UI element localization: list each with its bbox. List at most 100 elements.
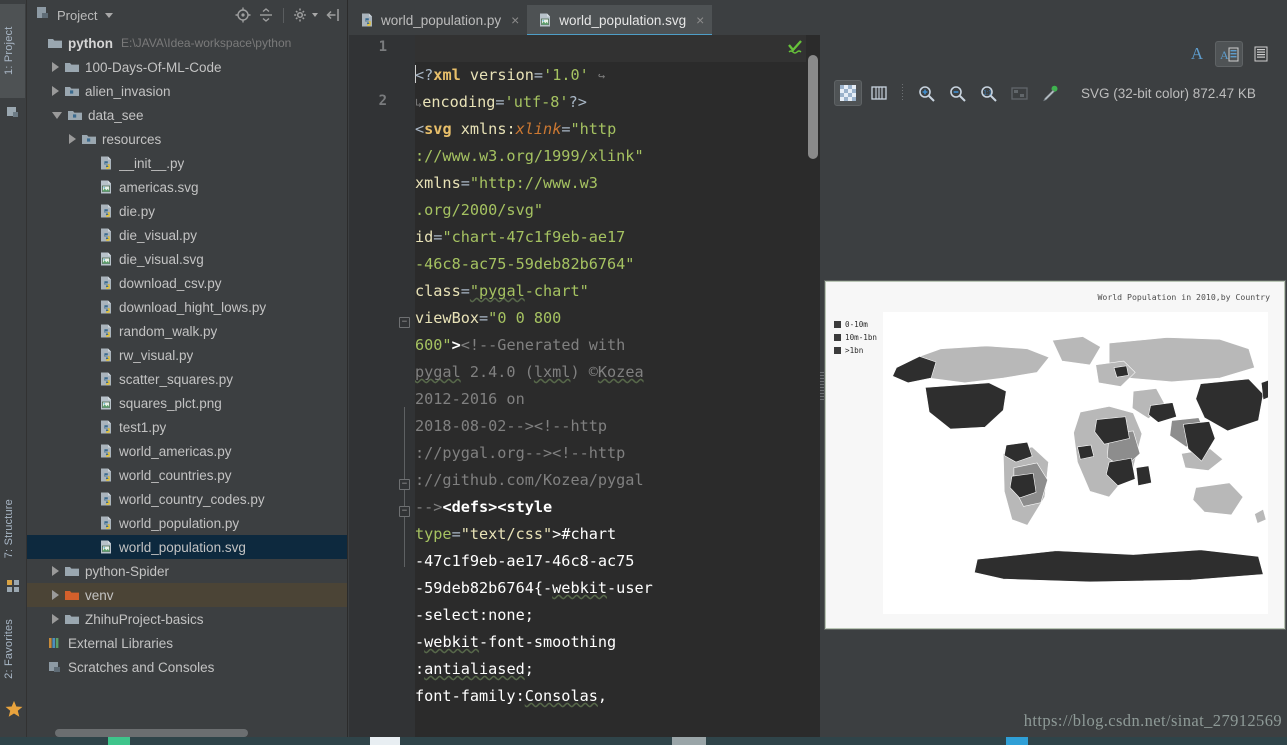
tree-row[interactable]: world_population.py — [27, 511, 347, 535]
tree-row[interactable]: die_visual.svg — [27, 247, 347, 271]
editor-vertical-scrollbar[interactable] — [806, 35, 820, 737]
tool-tab-project[interactable]: 1: Project — [0, 4, 25, 98]
taskbar-app-icon[interactable] — [370, 737, 400, 745]
tree-row[interactable]: data_see — [27, 103, 347, 127]
folder-root-icon — [47, 35, 63, 51]
tree-row[interactable]: 100-Days-Of-ML-Code — [27, 55, 347, 79]
tree-row[interactable]: world_country_codes.py — [27, 487, 347, 511]
zoom-in-icon[interactable] — [912, 80, 940, 106]
tree-row[interactable]: python-Spider — [27, 559, 347, 583]
chevron-right-icon[interactable] — [69, 134, 76, 144]
chevron-right-icon[interactable] — [52, 62, 59, 72]
tool-tab-structure[interactable]: 7: Structure — [0, 495, 20, 562]
image-only-icon[interactable] — [1247, 41, 1275, 67]
view-mode-toolbar[interactable]: A A — [1183, 35, 1275, 73]
transparency-grid-icon[interactable] — [834, 80, 862, 106]
editor-gutter[interactable]: 1 2 − − − — [349, 35, 415, 737]
tree-row-label: world_population.py — [119, 515, 240, 531]
tree-row[interactable]: resources — [27, 127, 347, 151]
editor-tab-world-population-py[interactable]: world_population.py × — [349, 5, 527, 35]
tree-row[interactable]: Scratches and Consoles — [27, 655, 347, 679]
python-file-icon — [98, 155, 114, 171]
tree-row[interactable]: __init__.py — [27, 151, 347, 175]
image-canvas[interactable]: World Population in 2010,by Country 0-10… — [824, 113, 1287, 737]
tree-row[interactable]: squares_plct.png — [27, 391, 347, 415]
tree-row-label: world_country_codes.py — [119, 491, 265, 507]
editor-tab-bar[interactable]: world_population.py × world_population.svg… — [349, 0, 1287, 36]
code-content[interactable]: <?xml version='1.0' ↪ ↳encoding='utf-8'?>… — [415, 35, 806, 737]
tree-row[interactable]: world_americas.py — [27, 439, 347, 463]
project-panel-header: Project — [27, 0, 347, 30]
tool-tab-favorites[interactable]: 2: Favorites — [0, 615, 20, 683]
background-grid-icon[interactable] — [865, 80, 893, 106]
toolbar-divider — [902, 84, 903, 102]
taskbar-app-icon[interactable] — [1006, 737, 1028, 745]
tree-row[interactable]: world_countries.py — [27, 463, 347, 487]
fit-to-window-icon[interactable] — [1005, 80, 1033, 106]
tree-row[interactable]: americas.svg — [27, 175, 347, 199]
tree-row[interactable]: die.py — [27, 199, 347, 223]
project-tree[interactable]: python E:\JAVA\Idea-workspace\python 100-D… — [27, 31, 347, 719]
python-file-icon — [98, 227, 114, 243]
text-only-icon[interactable]: A — [1183, 41, 1211, 67]
image-file-icon — [98, 395, 114, 411]
tree-row[interactable]: alien_invasion — [27, 79, 347, 103]
color-picker-icon[interactable] — [1036, 80, 1064, 106]
fold-marker[interactable]: − — [399, 506, 410, 517]
python-file-icon — [98, 275, 114, 291]
tree-row[interactable]: die_visual.py — [27, 223, 347, 247]
taskbar-app-icon[interactable] — [108, 737, 130, 745]
chevron-right-icon[interactable] — [52, 590, 59, 600]
zoom-out-icon[interactable] — [943, 80, 971, 106]
taskbar-app-icon[interactable] — [672, 737, 706, 745]
close-icon[interactable]: × — [696, 12, 704, 28]
chevron-down-icon[interactable] — [105, 12, 114, 18]
actual-size-icon[interactable]: 1:1 — [974, 80, 1002, 106]
legend-item: >1bn — [834, 344, 877, 357]
chevron-right-icon[interactable] — [52, 566, 59, 576]
code-editor-pane[interactable]: 1 2 − − − <?xml version='1.0' ↪ ↳encoding… — [349, 35, 820, 737]
fold-marker[interactable]: − — [399, 479, 410, 490]
tree-row[interactable]: download_hight_lows.py — [27, 295, 347, 319]
libraries-icon — [47, 635, 63, 651]
scrollbar-thumb[interactable] — [808, 55, 818, 159]
tree-row-label: squares_plct.png — [119, 395, 222, 411]
editor-tab-world-population-svg[interactable]: world_population.svg × — [527, 5, 713, 36]
hide-panel-icon[interactable] — [325, 7, 341, 23]
close-icon[interactable]: × — [511, 12, 519, 28]
svg-text:A: A — [1220, 48, 1229, 62]
world-population-map-chart: World Population in 2010,by Country 0-10… — [826, 282, 1284, 628]
tree-row[interactable]: python E:\JAVA\Idea-workspace\python — [27, 31, 347, 55]
scrollbar-thumb[interactable] — [55, 729, 248, 737]
inspection-ok-icon[interactable] — [787, 39, 804, 61]
gear-dropdown-arrow-icon[interactable] — [312, 13, 318, 17]
tree-row-label: scatter_squares.py — [119, 371, 234, 387]
image-toolbar[interactable]: 1:1 SVG (32-bit color) 872.47 KB — [829, 75, 1287, 111]
tree-row[interactable]: test1.py — [27, 415, 347, 439]
fold-marker[interactable]: − — [399, 317, 410, 328]
os-taskbar[interactable] — [0, 737, 1287, 745]
tree-row-selected[interactable]: world_population.svg — [27, 535, 347, 559]
tree-row[interactable]: External Libraries — [27, 631, 347, 655]
text-and-image-icon[interactable]: A — [1215, 41, 1243, 67]
chevron-right-icon[interactable] — [52, 614, 59, 624]
tree-row-label: world_americas.py — [119, 443, 232, 459]
svg-preview-frame[interactable]: World Population in 2010,by Country 0-10… — [825, 281, 1285, 629]
collapse-all-icon[interactable] — [258, 7, 274, 23]
tree-row-label: ZhihuProject-basics — [85, 611, 204, 627]
tree-row[interactable]: rw_visual.py — [27, 343, 347, 367]
chevron-down-icon[interactable] — [52, 111, 62, 119]
tree-row[interactable]: random_walk.py — [27, 319, 347, 343]
gear-icon[interactable] — [293, 7, 309, 23]
legend-swatch — [834, 334, 841, 341]
image-file-icon — [98, 251, 114, 267]
locate-icon[interactable] — [235, 7, 251, 23]
tree-row[interactable]: scatter_squares.py — [27, 367, 347, 391]
project-tree-horizontal-scrollbar[interactable] — [27, 728, 348, 737]
python-file-icon — [98, 491, 114, 507]
chevron-right-icon[interactable] — [52, 86, 59, 96]
tree-row[interactable]: venv — [27, 583, 347, 607]
tree-row-label: rw_visual.py — [119, 347, 194, 363]
tree-row[interactable]: download_csv.py — [27, 271, 347, 295]
tree-row[interactable]: ZhihuProject-basics — [27, 607, 347, 631]
